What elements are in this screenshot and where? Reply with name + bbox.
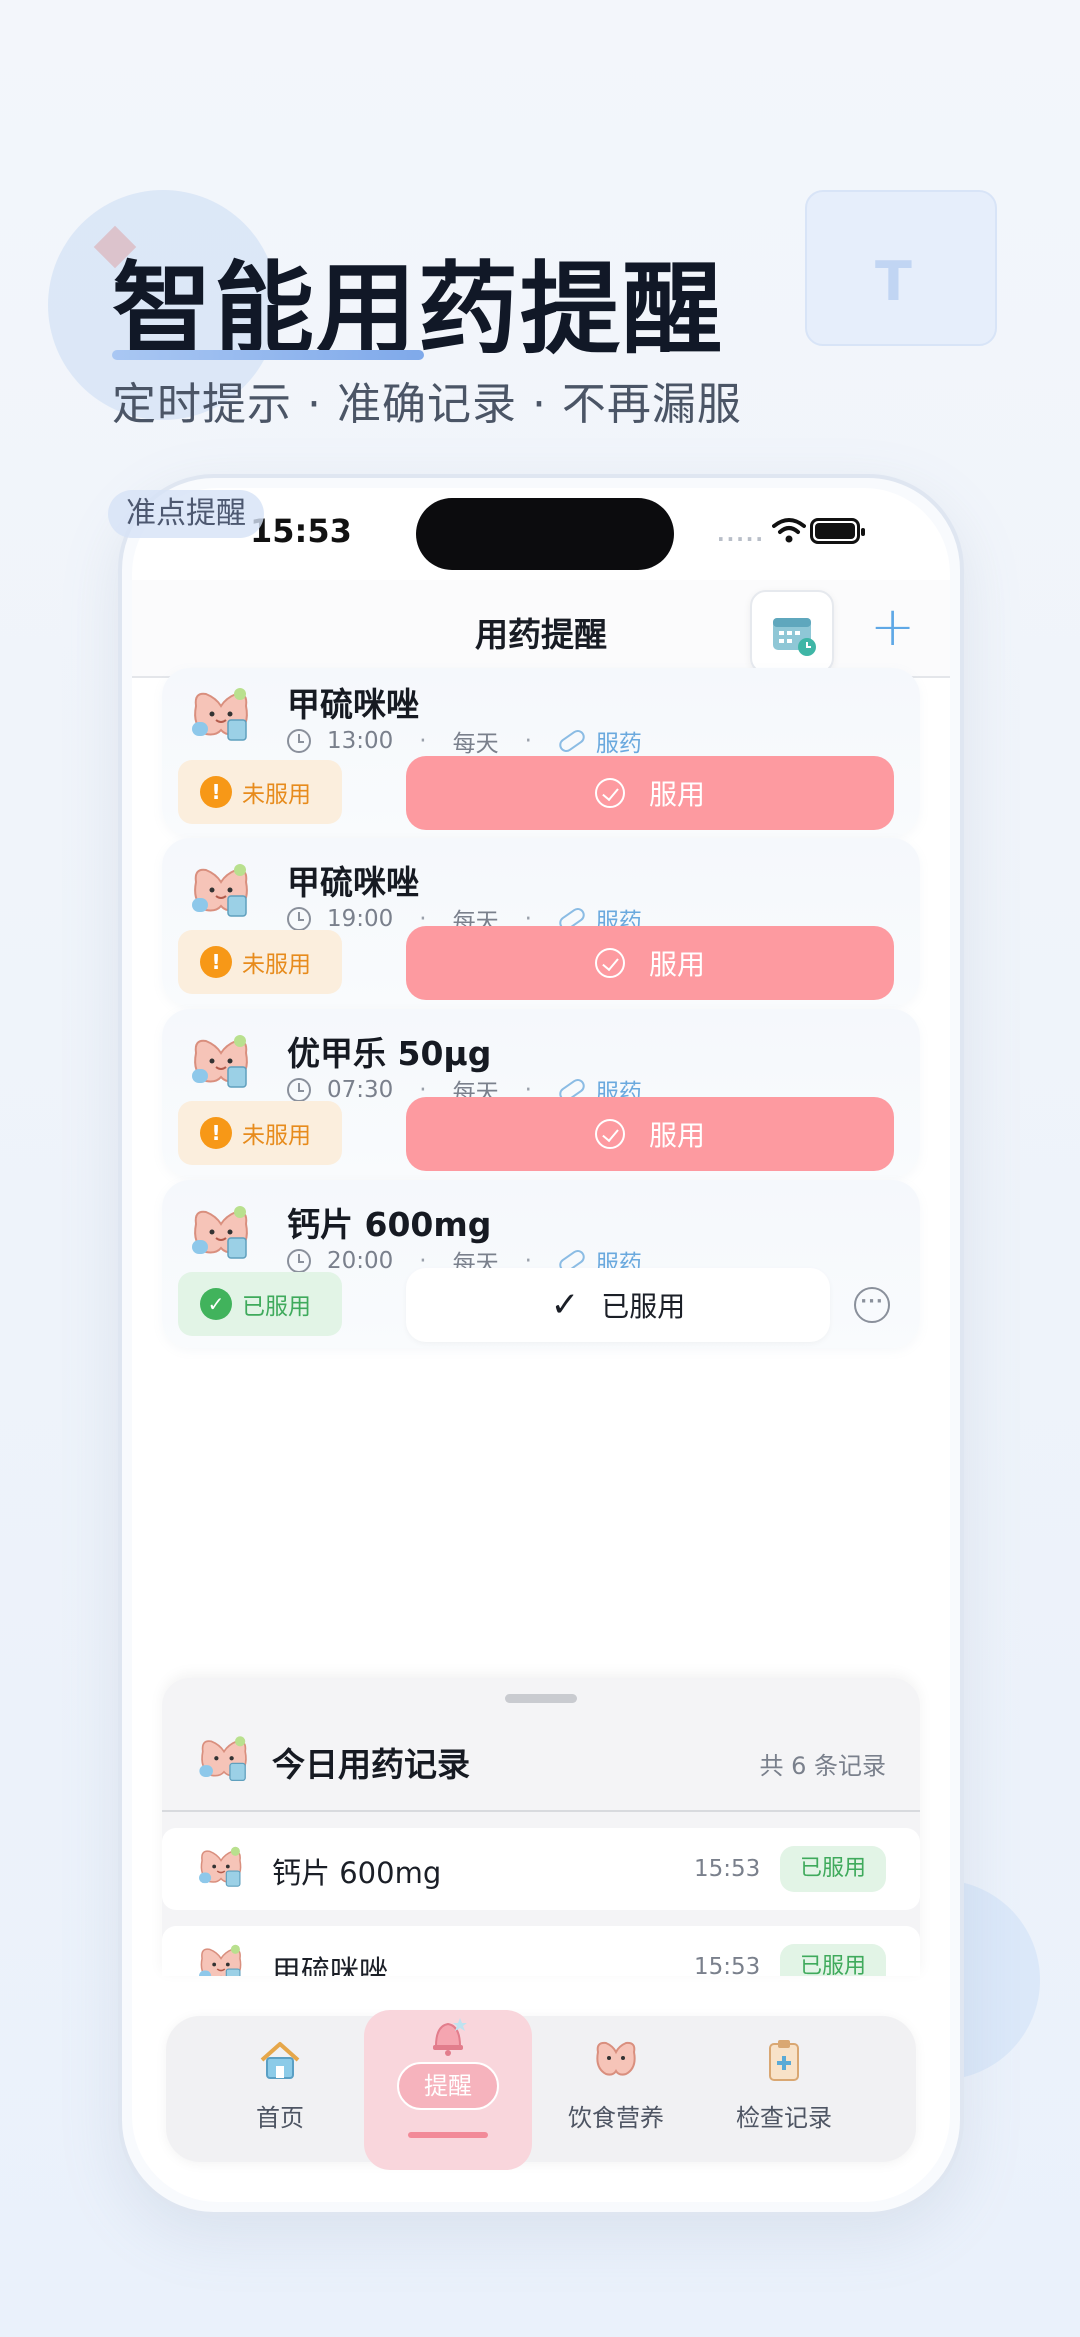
add-reminder-button[interactable]: + — [870, 600, 915, 654]
thyroid-mascot-icon — [192, 864, 248, 917]
thyroid-icon — [596, 2041, 636, 2076]
battery-icon — [810, 518, 865, 544]
record-row[interactable]: 甲硫咪唑 15:53 已服用 — [162, 1926, 920, 1976]
record-time: 15:53 — [694, 1856, 761, 1882]
clock-icon — [287, 1078, 311, 1102]
status-time: 15:53 — [250, 512, 352, 550]
separator: · — [524, 728, 532, 754]
tab-home[interactable]: 首页 — [196, 2016, 364, 2162]
take-medicine-button[interactable]: 服用 — [406, 756, 894, 830]
tab-bar: 首页 提醒 饮食营养 检查记录 — [166, 2010, 916, 2170]
wifi-icon — [772, 518, 806, 543]
tab-reminder[interactable]: 提醒 — [364, 2010, 532, 2170]
decor-t-icon: T — [875, 250, 912, 313]
sheet-divider — [162, 1810, 920, 1812]
medication-card[interactable]: 甲硫咪唑 13:00 · 每天 · 服药 ! 未服用 服用 — [162, 668, 920, 836]
thyroid-mascot-icon — [199, 1736, 247, 1781]
status-badge: ! 未服用 — [178, 1101, 342, 1165]
thyroid-mascot-icon — [192, 1206, 248, 1259]
take-button-label: 服用 — [648, 948, 705, 981]
record-name: 甲硫咪唑 — [272, 1954, 389, 1976]
dose-action: 服药 — [595, 731, 642, 757]
medication-card[interactable]: 甲硫咪唑 19:00 · 每天 · 服药 ! 未服用 服用 — [162, 838, 920, 1006]
sheet-title: 今日用药记录 — [272, 1745, 470, 1784]
promo-subheadline: 定时提示 · 准确记录 · 不再漏服 — [112, 379, 742, 430]
dose-time: 20:00 — [327, 1248, 394, 1274]
record-status-badge: 已服用 — [780, 1944, 886, 1976]
status-text: 未服用 — [242, 782, 311, 808]
dose-time: 13:00 — [327, 728, 394, 754]
medication-name: 钙片 600mg — [287, 1205, 492, 1244]
record-count: 共 6 条记录 — [759, 1752, 886, 1780]
sheet-drag-handle[interactable] — [505, 1694, 577, 1703]
medication-schedule: 13:00 · 每天 · 服药 — [287, 724, 642, 758]
taken-button[interactable]: ✓ 已服用 — [406, 1268, 830, 1342]
status-badge: ! 未服用 — [178, 760, 342, 824]
checkmark-icon: ✓ — [550, 1285, 580, 1325]
check-circle-icon — [594, 778, 625, 808]
status-text: 未服用 — [242, 952, 311, 978]
alert-icon: ! — [200, 776, 232, 808]
alert-icon: ! — [200, 946, 232, 978]
status-text: 已服用 — [242, 1294, 311, 1320]
separator: · — [419, 728, 427, 754]
signal-icon: ..... — [717, 522, 765, 546]
status-badge: ! 未服用 — [178, 930, 342, 994]
take-medicine-button[interactable]: 服用 — [406, 1097, 894, 1171]
phone-frame: 15:53 ..... 用药提醒 + 甲硫咪唑 13:00 · 每天 · 服药 … — [118, 474, 964, 2216]
medication-name: 优甲乐 50μg — [287, 1034, 492, 1073]
take-medicine-button[interactable]: 服用 — [406, 926, 894, 1000]
clock-icon — [287, 907, 311, 931]
check-circle-icon: ✓ — [200, 1288, 232, 1320]
clock-icon — [287, 729, 311, 753]
medication-name: 甲硫咪唑 — [287, 863, 419, 902]
take-button-label: 服用 — [648, 1119, 705, 1152]
record-status-badge: 已服用 — [780, 1846, 886, 1892]
thyroid-mascot-icon — [192, 1035, 248, 1088]
tab-label: 提醒 — [397, 2062, 499, 2110]
bell-icon — [433, 2018, 467, 2056]
navbar: 用药提醒 + — [132, 580, 950, 678]
tab-label: 检查记录 — [736, 2104, 832, 2132]
clipboard-icon — [769, 2040, 799, 2081]
thyroid-mascot-icon — [199, 1944, 242, 1976]
check-circle-icon — [594, 948, 625, 978]
more-options-icon[interactable]: ··· — [854, 1287, 890, 1323]
tab-label: 首页 — [256, 2104, 304, 2132]
record-time: 15:53 — [694, 1954, 761, 1976]
promo-tag: 准点提醒 — [108, 490, 264, 538]
dynamic-island — [416, 498, 674, 570]
home-icon — [260, 2042, 300, 2079]
dose-time: 07:30 — [327, 1077, 394, 1103]
today-records-sheet: 今日用药记录 共 6 条记录 钙片 600mg 15:53 已服用 甲硫咪唑 1… — [162, 1678, 920, 1976]
alert-icon: ! — [200, 1117, 232, 1149]
take-button-label: 服用 — [648, 778, 705, 811]
medication-name: 甲硫咪唑 — [287, 685, 419, 724]
medication-card[interactable]: 优甲乐 50μg 07:30 · 每天 · 服药 ! 未服用 服用 — [162, 1009, 920, 1177]
status-badge: ✓ 已服用 — [178, 1272, 342, 1336]
dose-frequency: 每天 — [452, 731, 499, 757]
tab-checkup[interactable]: 检查记录 — [700, 2016, 868, 2162]
thyroid-mascot-icon — [192, 688, 248, 741]
headline-underline — [112, 350, 424, 360]
tab-label: 饮食营养 — [568, 2104, 664, 2132]
taken-button-label: 已服用 — [601, 1290, 686, 1323]
status-text: 未服用 — [242, 1123, 311, 1149]
record-name: 钙片 600mg — [272, 1856, 442, 1890]
pill-icon — [556, 727, 588, 755]
dose-time: 19:00 — [327, 906, 394, 932]
record-row[interactable]: 钙片 600mg 15:53 已服用 — [162, 1828, 920, 1910]
active-tab-indicator — [408, 2132, 488, 2138]
clock-icon — [287, 1249, 311, 1273]
phone-screen: 15:53 ..... 用药提醒 + 甲硫咪唑 13:00 · 每天 · 服药 … — [132, 488, 950, 2202]
tab-diet[interactable]: 饮食营养 — [532, 2016, 700, 2162]
check-circle-icon — [594, 1119, 625, 1149]
thyroid-mascot-icon — [199, 1846, 242, 1887]
medication-card[interactable]: 钙片 600mg 20:00 · 每天 · 服药 ✓ 已服用 ✓ 已服用 ··· — [162, 1180, 920, 1348]
calendar-icon — [773, 618, 816, 656]
calendar-button[interactable] — [750, 590, 834, 674]
